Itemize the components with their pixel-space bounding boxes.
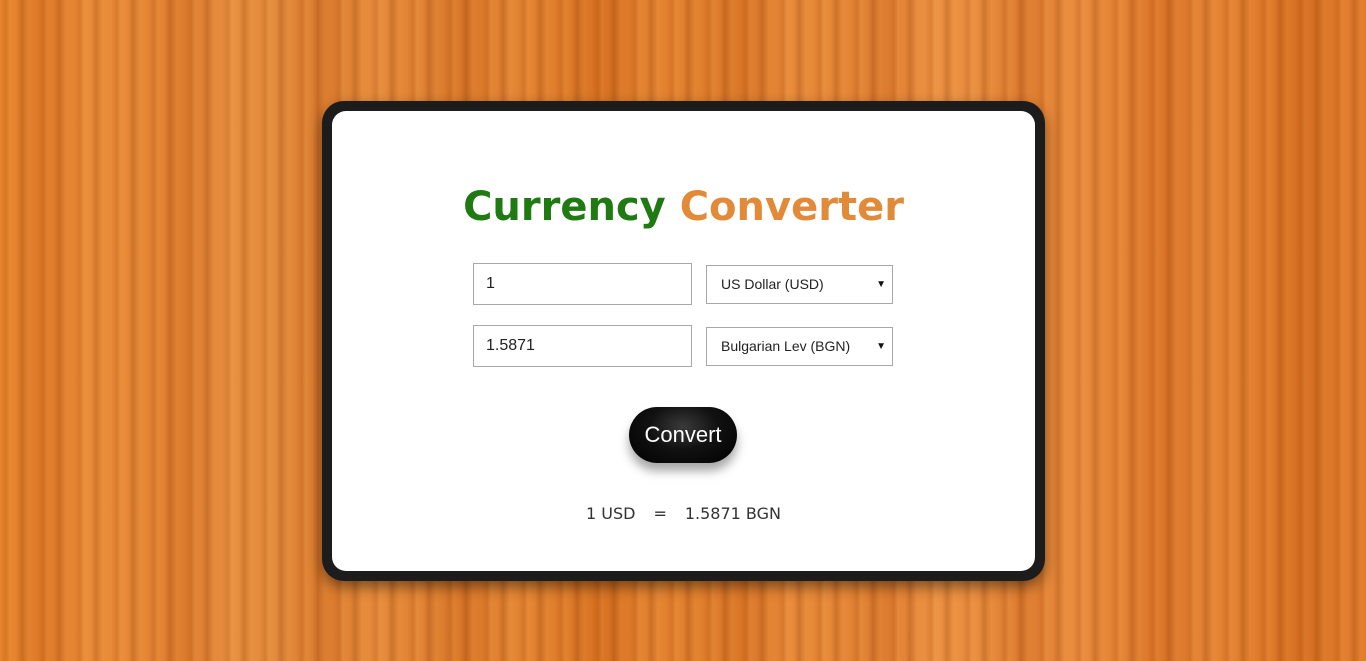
converter-card: Currency Converter US Dollar (USD) ▼ Bul…	[332, 111, 1035, 571]
to-currency-select[interactable]: Bulgarian Lev (BGN) ▼	[706, 327, 893, 366]
convert-button[interactable]: Convert	[629, 407, 737, 463]
from-amount-input[interactable]	[473, 263, 692, 305]
page-title: Currency Converter	[332, 183, 1035, 231]
from-currency-select[interactable]: US Dollar (USD) ▼	[706, 265, 893, 304]
converter-card-frame: Currency Converter US Dollar (USD) ▼ Bul…	[322, 101, 1045, 581]
result-equals: =	[653, 504, 667, 523]
from-currency-value: US Dollar (USD)	[721, 276, 824, 292]
to-currency-value: Bulgarian Lev (BGN)	[721, 338, 851, 354]
chevron-down-icon: ▼	[876, 341, 886, 352]
conversion-result: 1 USD = 1.5871 BGN	[332, 504, 1035, 523]
result-from: 1 USD	[586, 504, 636, 523]
to-amount-input[interactable]	[473, 325, 692, 367]
result-to: 1.5871 BGN	[684, 504, 781, 523]
title-word-converter: Converter	[679, 184, 904, 230]
chevron-down-icon: ▼	[876, 279, 886, 290]
title-word-currency: Currency	[463, 184, 666, 230]
